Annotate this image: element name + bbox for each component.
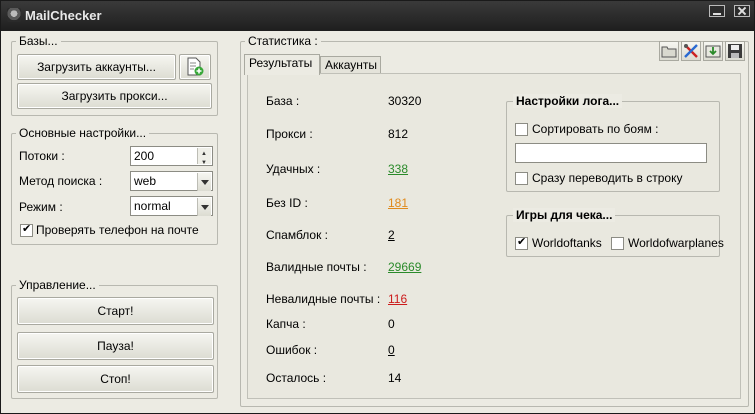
save-icon: [728, 44, 742, 58]
bases-legend: Базы...: [16, 34, 61, 48]
main-window: MailChecker Базы... Загрузить аккаунты..…: [0, 0, 755, 414]
check-phone-label: Проверять телефон на почте: [36, 223, 199, 237]
load-proxy-button[interactable]: Загрузить прокси...: [17, 83, 212, 109]
worldofwarplanes-label: Worldofwarplanes: [628, 236, 724, 250]
mode-select[interactable]: normal: [130, 196, 213, 216]
tab-accounts[interactable]: Аккаунты: [320, 56, 381, 74]
stat-label-errors: Ошибок :: [266, 343, 318, 357]
worldofwarplanes-checkbox[interactable]: [611, 237, 624, 250]
control-legend: Управление...: [16, 278, 99, 292]
threads-input[interactable]: 200: [130, 145, 213, 173]
stat-value-proxy: 812: [388, 127, 409, 141]
save-button[interactable]: [725, 41, 745, 61]
stat-label-proxy: Прокси :: [266, 127, 313, 141]
stat-label-base: База :: [266, 94, 300, 108]
stat-value-captcha: 0: [388, 317, 395, 331]
start-button[interactable]: Старт!: [17, 297, 214, 325]
title-bar: MailChecker: [1, 1, 754, 31]
stat-value-errors[interactable]: 0: [388, 343, 395, 357]
stat-value-no-id[interactable]: 181: [388, 196, 408, 210]
add-file-icon: [187, 57, 204, 76]
search-method-select[interactable]: web: [130, 171, 213, 191]
stat-value-success[interactable]: 338: [388, 162, 408, 176]
threads-spinner[interactable]: [197, 145, 211, 173]
app-icon: [7, 8, 21, 22]
tab-results[interactable]: Результаты: [244, 54, 320, 75]
sort-by-battles-label: Сортировать по боям :: [532, 122, 659, 136]
threads-value: 200: [134, 149, 155, 163]
add-file-button[interactable]: [179, 54, 211, 80]
settings-legend: Основные настройки...: [16, 126, 150, 140]
stat-label-valid-mail: Валидные почты :: [266, 260, 367, 274]
tools-button[interactable]: [681, 41, 701, 61]
export-button[interactable]: [703, 41, 723, 61]
stat-value-base: 30320: [388, 94, 422, 108]
stat-label-invalid-mail: Невалидные почты :: [266, 292, 381, 306]
stat-label-no-id: Без ID :: [266, 196, 308, 210]
stat-value-spamblock[interactable]: 2: [388, 228, 395, 242]
mode-label: Режим :: [19, 200, 63, 214]
stat-value-remaining: 14: [388, 371, 402, 385]
window-title: MailChecker: [25, 8, 102, 23]
to-line-label: Сразу переводить в строку: [532, 171, 683, 185]
pause-button[interactable]: Пауза!: [17, 332, 214, 360]
sort-by-battles-checkbox[interactable]: [515, 123, 528, 136]
check-phone-checkbox[interactable]: [20, 222, 33, 237]
export-icon: [705, 45, 721, 58]
tools-icon: [684, 44, 698, 58]
stop-button[interactable]: Стоп!: [17, 365, 214, 393]
stat-label-success: Удачных :: [266, 162, 321, 176]
search-method-label: Метод поиска :: [19, 174, 103, 188]
to-line-checkbox[interactable]: [515, 172, 528, 185]
stat-label-spamblock: Спамблок :: [266, 228, 329, 242]
stat-label-captcha: Капча :: [266, 317, 306, 331]
sort-value-input[interactable]: [515, 143, 707, 163]
mode-value: normal: [134, 199, 171, 213]
minimize-button[interactable]: [709, 5, 725, 17]
threads-label: Потоки :: [19, 149, 65, 163]
worldoftanks-checkbox[interactable]: [515, 235, 528, 250]
close-button[interactable]: [734, 5, 750, 17]
stats-legend: Статистика :: [245, 34, 321, 48]
chevron-down-icon[interactable]: [197, 173, 211, 191]
log-settings-legend: Настройки лога...: [513, 94, 623, 108]
folder-icon: [661, 46, 677, 58]
search-method-value: web: [134, 174, 157, 188]
stat-value-invalid-mail[interactable]: 116: [388, 292, 407, 306]
stat-label-remaining: Осталось :: [266, 371, 327, 385]
games-legend: Игры для чека...: [513, 208, 616, 222]
stat-value-valid-mail[interactable]: 29669: [388, 260, 421, 274]
load-accounts-button[interactable]: Загрузить аккаунты...: [17, 54, 176, 80]
worldoftanks-label: Worldoftanks: [532, 236, 602, 250]
chevron-down-icon[interactable]: [197, 198, 211, 216]
open-folder-button[interactable]: [659, 41, 679, 61]
